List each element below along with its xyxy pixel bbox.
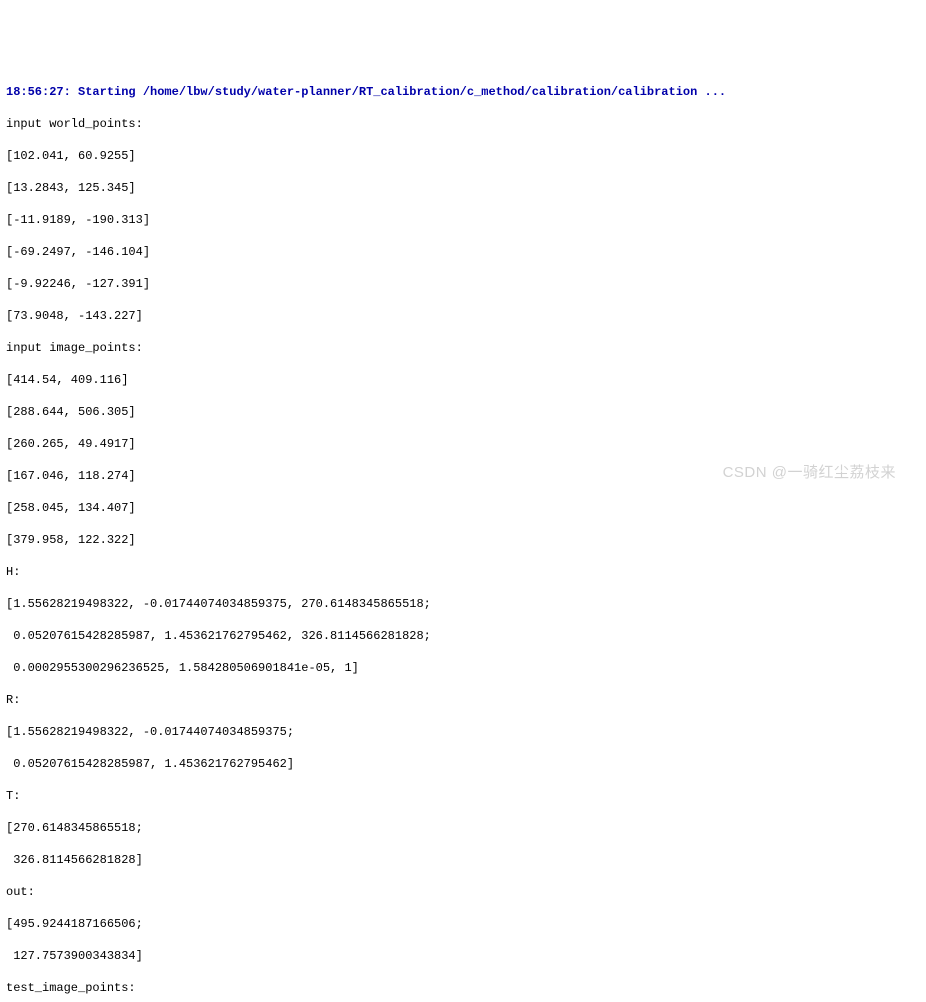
output-line: [-69.2497, -146.104] bbox=[6, 244, 920, 260]
output-line: out: bbox=[6, 884, 920, 900]
output-line: [495.9244187166506; bbox=[6, 916, 920, 932]
output-line: T: bbox=[6, 788, 920, 804]
console-output: 18:56:27: Starting /home/lbw/study/water… bbox=[6, 68, 920, 1002]
output-line: 0.05207615428285987, 1.453621762795462] bbox=[6, 756, 920, 772]
timestamp: 18:56:27: bbox=[6, 85, 71, 99]
output-line: [270.6148345865518; bbox=[6, 820, 920, 836]
output-line: [379.958, 122.322] bbox=[6, 532, 920, 548]
output-line: [-9.92246, -127.391] bbox=[6, 276, 920, 292]
start-message: Starting /home/lbw/study/water-planner/R… bbox=[78, 85, 726, 99]
output-line: [258.045, 134.407] bbox=[6, 500, 920, 516]
output-line: H: bbox=[6, 564, 920, 580]
output-line: 127.7573900343834] bbox=[6, 948, 920, 964]
output-line: test_image_points: bbox=[6, 980, 920, 996]
output-line: [13.2843, 125.345] bbox=[6, 180, 920, 196]
output-line: [288.644, 506.305] bbox=[6, 404, 920, 420]
output-line: 0.0002955300296236525, 1.584280506901841… bbox=[6, 660, 920, 676]
output-line: [260.265, 49.4917] bbox=[6, 436, 920, 452]
watermark: CSDN @一骑红尘荔枝来 bbox=[723, 465, 896, 481]
start-line: 18:56:27: Starting /home/lbw/study/water… bbox=[6, 84, 920, 100]
output-line: input world_points: bbox=[6, 116, 920, 132]
output-line: [1.55628219498322, -0.01744074034859375,… bbox=[6, 596, 920, 612]
output-line: [73.9048, -143.227] bbox=[6, 308, 920, 324]
output-line: 0.05207615428285987, 1.453621762795462, … bbox=[6, 628, 920, 644]
output-line: [1.55628219498322, -0.01744074034859375; bbox=[6, 724, 920, 740]
output-line: R: bbox=[6, 692, 920, 708]
output-line: [414.54, 409.116] bbox=[6, 372, 920, 388]
output-line: [102.041, 60.9255] bbox=[6, 148, 920, 164]
output-line: [-11.9189, -190.313] bbox=[6, 212, 920, 228]
output-line: input image_points: bbox=[6, 340, 920, 356]
output-line: 326.8114566281828] bbox=[6, 852, 920, 868]
